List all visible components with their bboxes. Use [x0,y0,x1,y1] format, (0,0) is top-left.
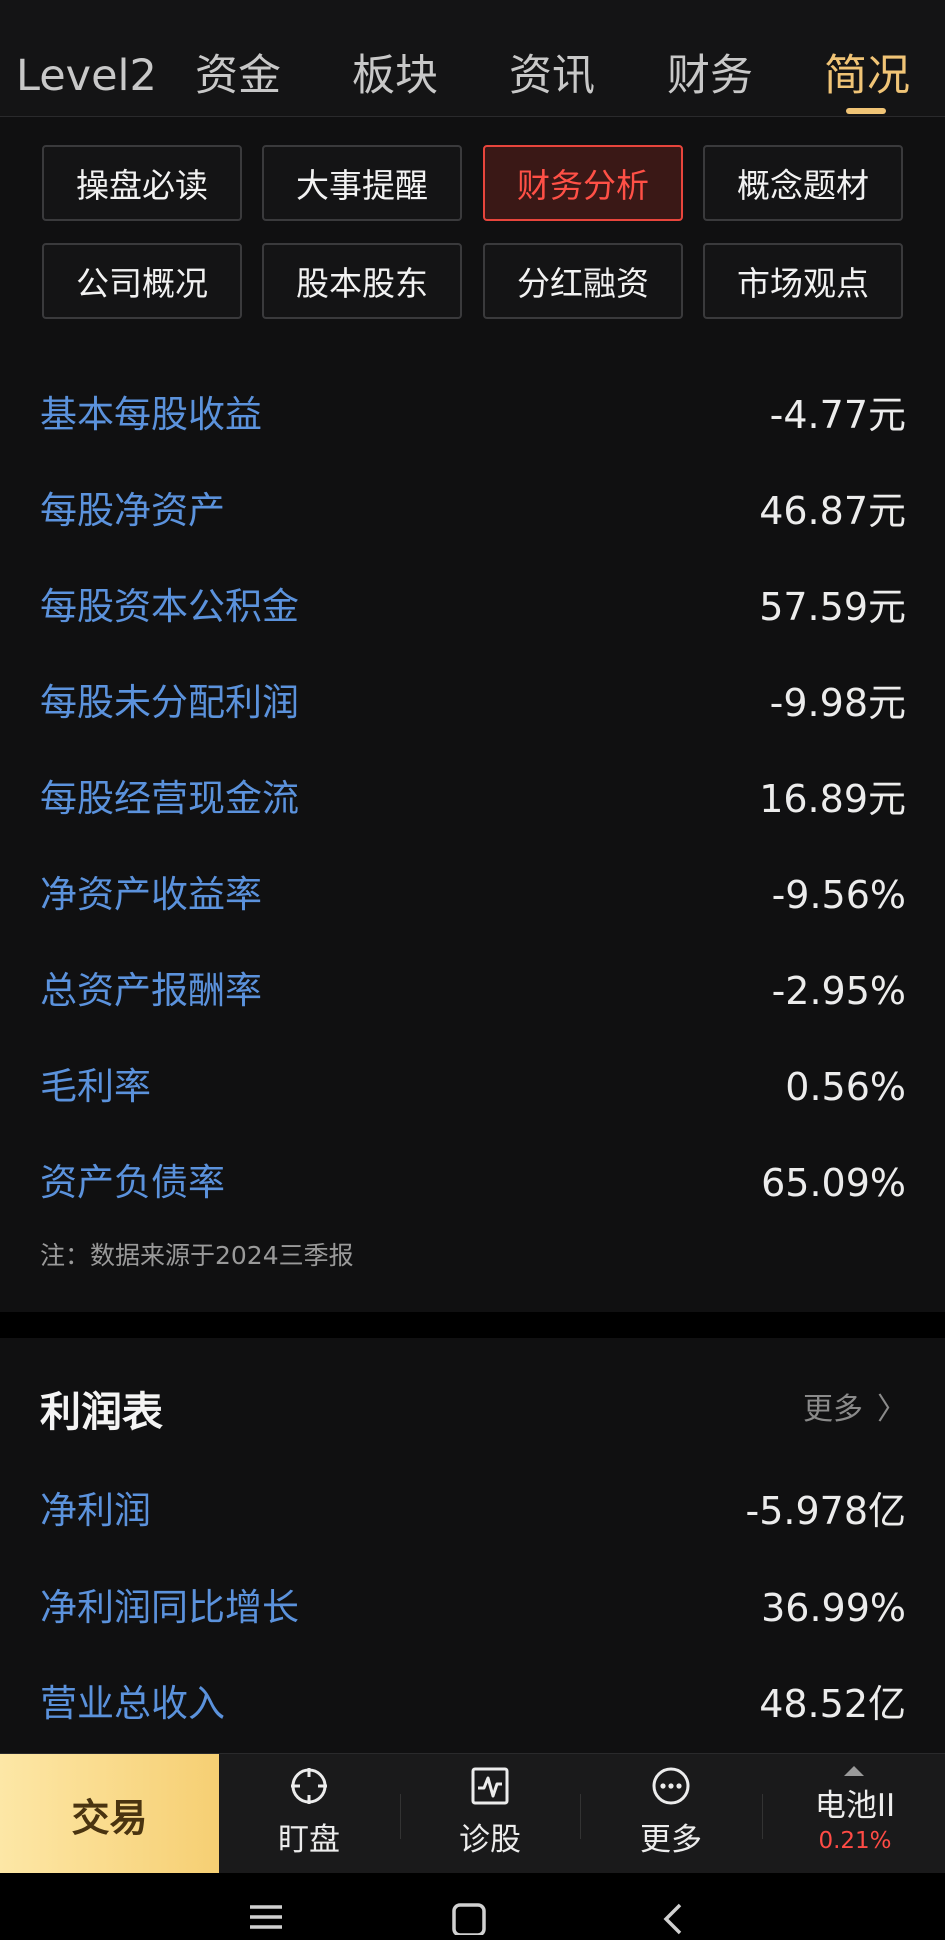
metric-row: 毛利率 0.56% [40,1057,906,1117]
income-label: 净利润同比增长 [40,1586,299,1629]
recent-apps-icon[interactable] [248,1903,284,1933]
metric-value: 16.89元 [759,777,906,821]
nav-separator [762,1794,763,1839]
metric-value: 65.09% [761,1161,906,1205]
income-statement-title: 利润表 [40,1388,163,1436]
tab-level2[interactable]: Level2 [16,50,157,102]
nav-diagnose-label: 诊股 [459,1822,521,1858]
income-label: 净利润 [40,1489,151,1532]
metric-label: 每股资本公积金 [40,585,299,628]
data-source-note: 注：数据来源于2024三季报 [40,1241,354,1270]
section-divider [0,1312,945,1338]
income-value: -5.978亿 [745,1489,907,1533]
income-row: 净利润 -5.978亿 [40,1481,906,1541]
metric-row: 资产负债率 65.09% [40,1153,906,1213]
tab-finance[interactable]: 财务 [667,50,753,102]
trade-button[interactable]: 交易 [0,1754,219,1874]
crosshair-icon [291,1768,327,1804]
income-row: 净利润同比增长 36.99% [40,1578,906,1638]
metric-row: 总资产报酬率 -2.95% [40,961,906,1021]
metric-value: 57.59元 [759,585,906,629]
metric-label: 毛利率 [40,1065,151,1108]
system-navigation-bar [0,1873,945,1940]
chip-trading-must-read[interactable]: 操盘必读 [42,145,242,221]
income-more-link[interactable]: 更多〉 [803,1384,907,1428]
metric-value: -9.56% [771,873,906,917]
back-icon[interactable] [660,1903,684,1935]
nav-watch[interactable]: 盯盘 [234,1754,384,1874]
income-value: 36.99% [761,1586,906,1630]
top-tab-bar: Level2 资金 板块 资讯 财务 简况 [0,0,945,117]
ticker-name: 电池II [814,1788,896,1824]
more-dots-icon [652,1767,690,1805]
home-icon[interactable] [452,1903,486,1935]
tab-funds[interactable]: 资金 [195,50,281,102]
chip-event-reminders[interactable]: 大事提醒 [262,145,462,221]
pulse-chart-icon [471,1767,509,1805]
chip-share-capital[interactable]: 股本股东 [262,243,462,319]
metric-value: -2.95% [771,969,906,1013]
tab-profile[interactable]: 简况 [824,50,910,102]
metric-label: 每股未分配利润 [40,681,299,724]
income-value: 48.52亿 [759,1682,906,1726]
chip-company-overview[interactable]: 公司概况 [42,243,242,319]
metric-value: -4.77元 [769,393,906,437]
metric-label: 净资产收益率 [40,873,262,916]
metric-value: -9.98元 [769,681,906,725]
tab-news[interactable]: 资讯 [509,50,595,102]
chip-dividends-financing[interactable]: 分红融资 [483,243,683,319]
active-tab-indicator [846,108,886,114]
nav-separator [580,1794,581,1839]
metric-row: 每股资本公积金 57.59元 [40,577,906,637]
more-link-label: 更多 [803,1392,863,1427]
nav-separator [400,1794,401,1839]
bottom-toolbar: 交易 盯盘 诊股 更多 电池II 0.21% [0,1753,945,1874]
metric-row: 每股净资产 46.87元 [40,481,906,541]
chip-market-views[interactable]: 市场观点 [703,243,903,319]
chevron-right-icon: 〉 [877,1392,907,1427]
metric-label: 资产负债率 [40,1161,225,1204]
chip-concept-themes[interactable]: 概念题材 [703,145,903,221]
metric-row: 每股经营现金流 16.89元 [40,769,906,829]
metric-row: 净资产收益率 -9.56% [40,865,906,925]
stock-ticker-widget[interactable]: 电池II 0.21% [780,1754,930,1874]
nav-watch-label: 盯盘 [278,1822,340,1858]
tab-sectors[interactable]: 板块 [352,50,438,102]
ticker-change: 0.21% [818,1828,892,1854]
nav-diagnose[interactable]: 诊股 [415,1754,565,1874]
income-label: 营业总收入 [40,1682,225,1725]
nav-more[interactable]: 更多 [596,1754,746,1874]
metric-value: 0.56% [785,1065,906,1109]
metric-label: 每股净资产 [40,489,225,532]
metric-label: 基本每股收益 [40,393,262,436]
nav-more-label: 更多 [640,1822,702,1858]
chip-financial-analysis[interactable]: 财务分析 [483,145,683,221]
metric-label: 总资产报酬率 [40,969,262,1012]
metric-value: 46.87元 [759,489,906,533]
caret-up-icon [844,1766,864,1776]
metric-label: 每股经营现金流 [40,777,299,820]
metric-row: 每股未分配利润 -9.98元 [40,673,906,733]
income-row: 营业总收入 48.52亿 [40,1674,906,1734]
metric-row: 基本每股收益 -4.77元 [40,385,906,445]
